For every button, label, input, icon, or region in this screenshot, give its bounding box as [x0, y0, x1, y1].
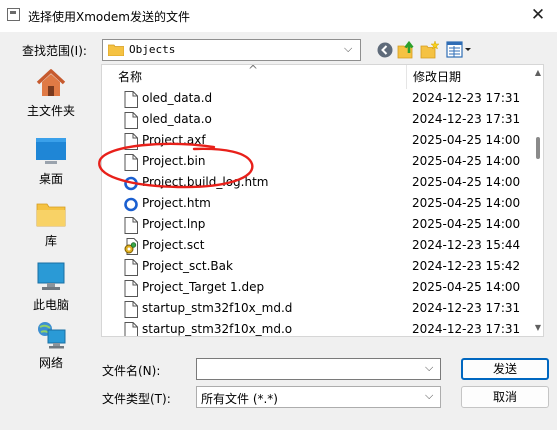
file-name: oled_data.d: [142, 91, 213, 105]
column-header-date[interactable]: 修改日期: [406, 65, 531, 89]
file-row[interactable]: oled_data.o 2024-12-23 17:31: [102, 110, 531, 131]
scroll-down-arrow-icon[interactable]: ▼: [531, 323, 543, 332]
file-name: startup_stm32f10x_md.o: [142, 322, 293, 336]
file-name: startup_stm32f10x_md.d: [142, 301, 293, 315]
file-type-value: 所有文件 (*.*): [201, 392, 278, 406]
place-home[interactable]: 主文件夹: [10, 64, 92, 126]
file-name-combobox[interactable]: ⌵: [196, 358, 441, 380]
file-name-label: 文件名(N):: [102, 364, 161, 378]
up-folder-icon: [397, 40, 414, 59]
place-this-pc[interactable]: 此电脑: [10, 258, 92, 320]
folder-icon: [108, 44, 124, 56]
file-name: oled_data.o: [142, 112, 212, 126]
scrollbar-thumb[interactable]: [536, 137, 540, 159]
library-folder-icon: [36, 203, 66, 227]
sort-ascending-icon: ^: [248, 64, 259, 77]
file-icon: [124, 91, 138, 108]
file-date: 2024-12-23 17:31: [412, 112, 521, 126]
window-title: 选择使用Xmodem发送的文件: [28, 10, 190, 24]
file-name: Project.sct: [142, 238, 205, 252]
file-date: 2024-12-23 15:44: [412, 238, 521, 252]
file-icon: [124, 217, 138, 234]
file-row[interactable]: Project_Target 1.dep 2025-04-25 14:00: [102, 278, 531, 299]
file-date: 2025-04-25 14:00: [412, 196, 521, 210]
network-icon: [38, 322, 66, 349]
file-date: 2025-04-25 14:00: [412, 154, 521, 168]
file-row[interactable]: Project.lnp 2025-04-25 14:00: [102, 215, 531, 236]
view-menu-button[interactable]: [445, 39, 473, 61]
look-in-value: Objects: [129, 43, 176, 56]
chevron-down-icon[interactable]: ⌵: [344, 42, 352, 56]
new-folder-button[interactable]: [419, 39, 441, 61]
up-folder-button[interactable]: [396, 39, 418, 61]
file-icon: [124, 301, 138, 318]
place-label: 网络: [38, 356, 63, 370]
place-desktop[interactable]: 桌面: [10, 132, 92, 194]
file-name: Project_Target 1.dep: [142, 280, 265, 294]
place-label: 此电脑: [32, 298, 69, 312]
new-folder-icon: [420, 40, 440, 59]
file-rows: oled_data.d 2024-12-23 17:31 oled_data.o 20…: [102, 89, 531, 336]
file-icon: [124, 259, 138, 276]
chevron-down-icon[interactable]: ⌵: [425, 361, 433, 375]
red-annotation-circle: [98, 142, 254, 189]
file-date: 2024-12-23 15:42: [412, 259, 521, 273]
file-date: 2025-04-25 14:00: [412, 217, 521, 231]
close-button[interactable]: ✕: [519, 0, 557, 32]
place-library[interactable]: 库: [10, 194, 92, 256]
file-row[interactable]: startup_stm32f10x_md.o 2024-12-23 17:31: [102, 320, 531, 336]
file-date: 2024-12-23 17:31: [412, 301, 521, 315]
home-icon: [36, 69, 66, 96]
file-type-combobox[interactable]: 所有文件 (*.*) ⌵: [196, 386, 441, 408]
place-label: 库: [44, 234, 57, 248]
look-in-label: 查找范围(I):: [22, 44, 87, 58]
file-date: 2025-04-25 14:00: [412, 175, 521, 189]
column-header-name-label: 名称: [118, 70, 143, 84]
script-file-icon: [124, 238, 138, 255]
back-arrow-icon: [377, 42, 393, 58]
chevron-down-icon[interactable]: ⌵: [425, 389, 433, 403]
place-network[interactable]: 网络: [10, 316, 92, 378]
file-name: Project_sct.Bak: [142, 259, 233, 273]
file-type-label: 文件类型(T):: [102, 392, 171, 406]
cancel-button[interactable]: 取消: [461, 386, 549, 408]
file-row[interactable]: oled_data.d 2024-12-23 17:31: [102, 89, 531, 110]
window-icon: [7, 8, 20, 21]
desktop-icon: [36, 138, 66, 164]
file-date: 2024-12-23 17:31: [412, 91, 521, 105]
column-header-name[interactable]: 名称 ^: [102, 65, 406, 89]
file-row[interactable]: Project_sct.Bak 2024-12-23 15:42: [102, 257, 531, 278]
file-date: 2025-04-25 14:00: [412, 280, 521, 294]
file-name: Project.lnp: [142, 217, 206, 231]
scroll-up-arrow-icon[interactable]: ▲: [531, 68, 543, 77]
vertical-scrollbar[interactable]: ▲ ▼: [531, 65, 543, 336]
look-in-combobox[interactable]: Objects ⌵: [102, 39, 361, 61]
html-file-icon: [124, 196, 138, 213]
file-row[interactable]: Project.htm 2025-04-25 14:00: [102, 194, 531, 215]
file-name-input[interactable]: [197, 359, 427, 379]
place-label: 主文件夹: [26, 104, 75, 118]
file-date: 2025-04-25 14:00: [412, 133, 521, 147]
file-icon: [124, 112, 138, 129]
place-label: 桌面: [38, 172, 63, 186]
send-button[interactable]: 发送: [461, 358, 549, 380]
computer-icon: [37, 262, 65, 290]
file-row[interactable]: Project.sct 2024-12-23 15:44: [102, 236, 531, 257]
title-bar: 选择使用Xmodem发送的文件 ✕: [0, 0, 557, 32]
back-button[interactable]: [374, 39, 396, 61]
file-date: 2024-12-23 17:31: [412, 322, 521, 336]
places-bar: 主文件夹 桌面 库 此电脑 网络: [10, 64, 92, 376]
file-icon: [124, 322, 138, 336]
file-name: Project.htm: [142, 196, 211, 210]
file-row[interactable]: startup_stm32f10x_md.d 2024-12-23 17:31: [102, 299, 531, 320]
file-icon: [124, 280, 138, 297]
file-list[interactable]: 名称 ^ 修改日期 oled_data.d 2024-12-23 17:31 ole…: [101, 64, 544, 337]
view-grid-icon: [446, 41, 471, 58]
